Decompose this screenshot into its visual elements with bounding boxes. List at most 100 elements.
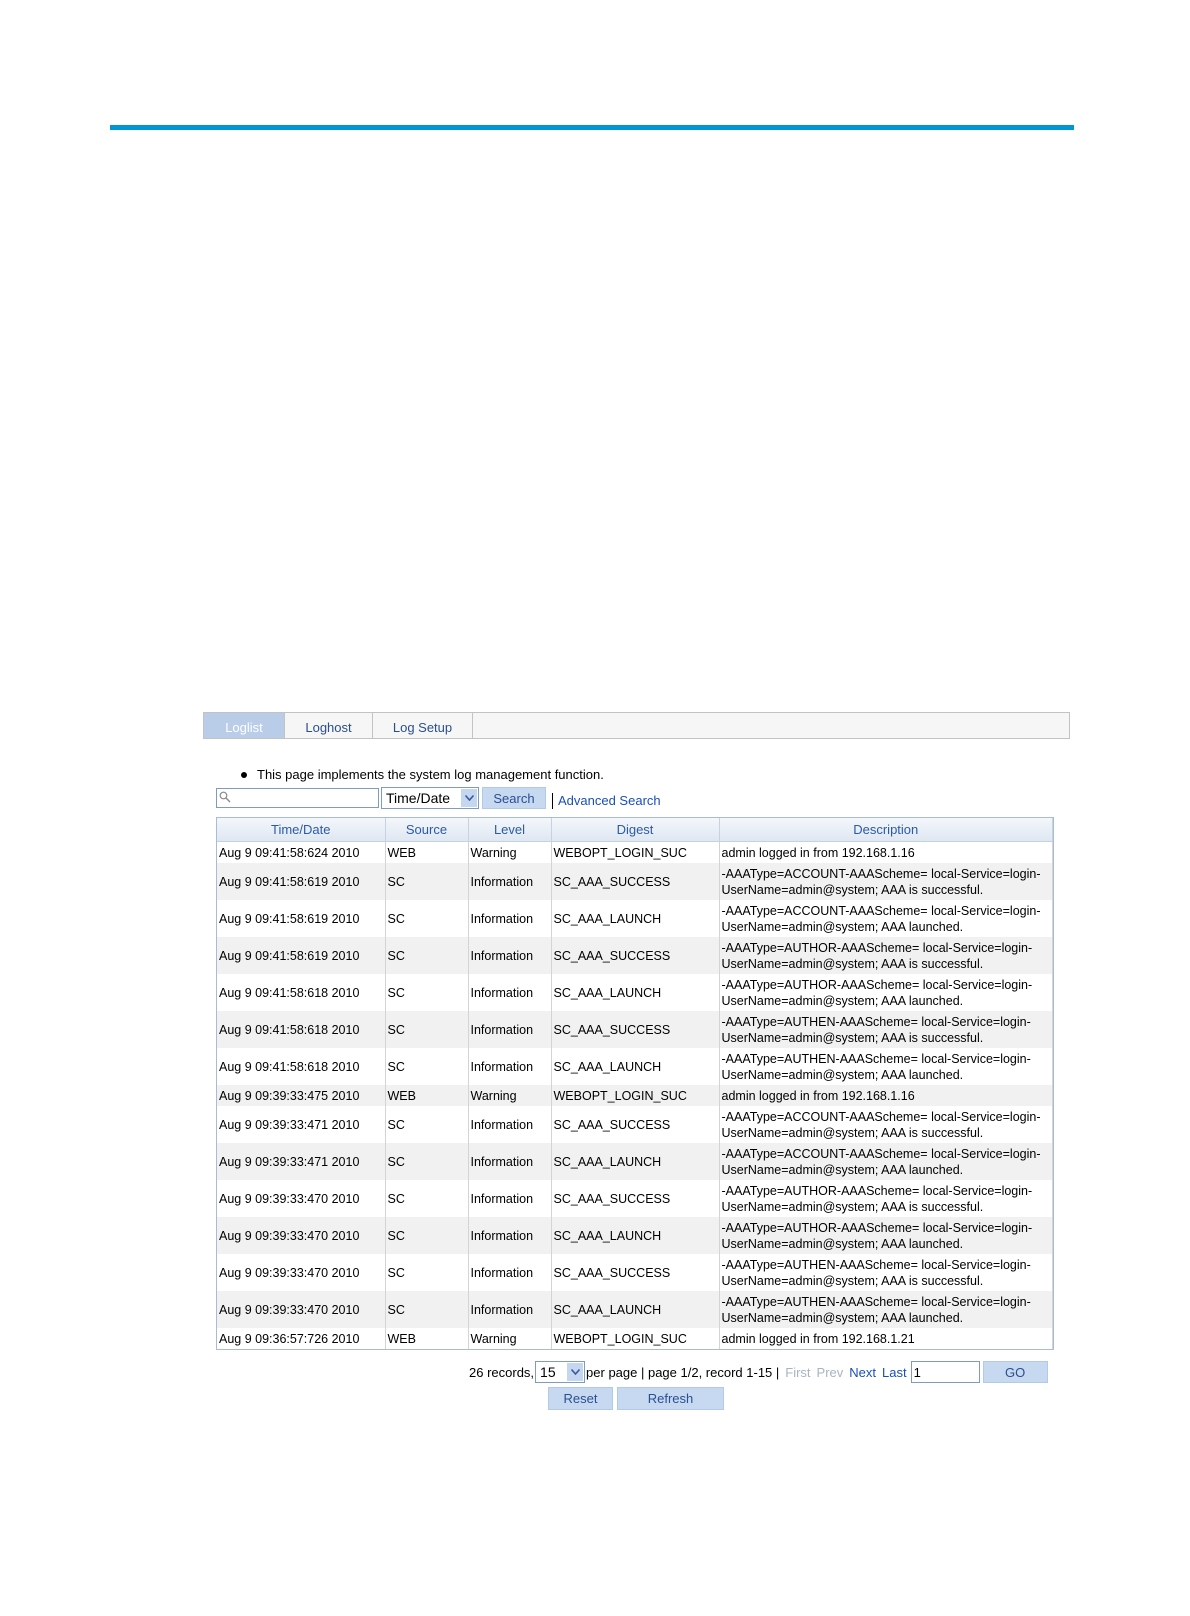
cell-description: -AAAType=ACCOUNT-AAAScheme= local-Servic… — [719, 1143, 1053, 1180]
cell-level: Information — [468, 937, 552, 974]
cell-time: Aug 9 09:41:58:618 2010 — [217, 974, 386, 1011]
pagination-bar: 26 records, 15 per page | page 1/2, reco… — [469, 1360, 1048, 1384]
cell-description: -AAAType=AUTHOR-AAAScheme= local-Service… — [719, 974, 1053, 1011]
cell-source: SC — [385, 1143, 469, 1180]
tab-loglist-label: Loglist — [225, 720, 263, 735]
table-row: Aug 9 09:41:58:619 2010 SC Information S… — [217, 900, 1053, 937]
cell-level: Information — [468, 1048, 552, 1085]
cell-source: SC — [385, 1291, 469, 1328]
cell-description: -AAAType=ACCOUNT-AAAScheme= local-Servic… — [719, 1106, 1053, 1143]
table-row: Aug 9 09:39:33:471 2010 SC Information S… — [217, 1106, 1053, 1143]
cell-level: Warning — [468, 1085, 552, 1106]
cell-level: Information — [468, 1217, 552, 1254]
tab-loglist[interactable]: Loglist — [204, 713, 285, 738]
cell-level: Information — [468, 974, 552, 1011]
cell-description: -AAAType=AUTHEN-AAAScheme= local-Service… — [719, 1291, 1053, 1328]
tab-log-setup-label: Log Setup — [392, 720, 453, 735]
bullet-icon — [241, 771, 247, 778]
cell-source: SC — [385, 937, 469, 974]
refresh-button[interactable]: Refresh — [617, 1387, 724, 1410]
cell-level: Information — [468, 1143, 552, 1180]
records-count: 26 records, — [469, 1364, 535, 1380]
prev-page-link[interactable]: Prev — [817, 1365, 844, 1380]
chevron-down-icon[interactable] — [567, 1363, 584, 1381]
search-bar: Time/Date Search Advanced Search — [216, 787, 661, 809]
cell-digest: WEBOPT_LOGIN_SUC — [551, 841, 720, 863]
tab-log-setup[interactable]: Log Setup — [373, 713, 473, 738]
column-header-description[interactable]: Description — [719, 818, 1053, 842]
tab-loghost[interactable]: Loghost — [285, 713, 373, 738]
cell-time: Aug 9 09:41:58:619 2010 — [217, 900, 386, 937]
column-header-digest[interactable]: Digest — [551, 818, 720, 842]
cell-source: SC — [385, 1011, 469, 1048]
log-management-panel: Loglist Loghost Log Setup This page impl… — [203, 712, 1070, 1410]
cell-description: -AAAType=AUTHOR-AAAScheme= local-Service… — [719, 937, 1053, 974]
intro-note: This page implements the system log mana… — [241, 767, 604, 782]
search-box[interactable] — [216, 788, 379, 808]
cell-source: SC — [385, 1180, 469, 1217]
cell-level: Information — [468, 900, 552, 937]
cell-digest: SC_AAA_SUCCESS — [551, 1011, 720, 1048]
table-row: Aug 9 09:39:33:470 2010 SC Information S… — [217, 1217, 1053, 1254]
search-button[interactable]: Search — [482, 787, 546, 809]
first-page-link[interactable]: First — [785, 1365, 810, 1380]
cell-time: Aug 9 09:39:33:470 2010 — [217, 1291, 386, 1328]
next-page-link[interactable]: Next — [849, 1365, 876, 1380]
cell-source: SC — [385, 1106, 469, 1143]
cell-digest: WEBOPT_LOGIN_SUC — [551, 1085, 720, 1106]
cell-source: SC — [385, 1254, 469, 1291]
cell-digest: SC_AAA_SUCCESS — [551, 863, 720, 900]
log-table: Time/Date Source Level Digest Descriptio… — [216, 817, 1054, 1350]
table-row: Aug 9 09:41:58:618 2010 SC Information S… — [217, 1048, 1053, 1085]
search-field-value: Time/Date — [386, 790, 451, 806]
cell-description: admin logged in from 192.168.1.16 — [719, 1085, 1053, 1106]
intro-text: This page implements the system log mana… — [257, 767, 604, 782]
cell-description: -AAAType=AUTHEN-AAAScheme= local-Service… — [719, 1048, 1053, 1085]
page-number-input[interactable] — [910, 1361, 980, 1383]
last-page-link[interactable]: Last — [882, 1365, 907, 1380]
column-header-source[interactable]: Source — [385, 818, 469, 842]
reset-button[interactable]: Reset — [548, 1387, 613, 1410]
cell-source: WEB — [385, 1328, 469, 1349]
cell-time: Aug 9 09:39:33:470 2010 — [217, 1254, 386, 1291]
cell-source: WEB — [385, 841, 469, 863]
cell-level: Information — [468, 1106, 552, 1143]
chevron-down-icon[interactable] — [461, 789, 477, 807]
cell-level: Information — [468, 1254, 552, 1291]
go-button[interactable]: GO — [982, 1361, 1048, 1383]
cell-level: Information — [468, 863, 552, 900]
cell-digest: SC_AAA_LAUNCH — [551, 1143, 720, 1180]
cell-description: -AAAType=ACCOUNT-AAAScheme= local-Servic… — [719, 900, 1053, 937]
per-page-select[interactable]: 15 — [535, 1361, 586, 1383]
table-row: Aug 9 09:41:58:618 2010 SC Information S… — [217, 1011, 1053, 1048]
cell-time: Aug 9 09:39:33:471 2010 — [217, 1106, 386, 1143]
cell-source: WEB — [385, 1085, 469, 1106]
cell-time: Aug 9 09:41:58:618 2010 — [217, 1011, 386, 1048]
table-row: Aug 9 09:36:57:726 2010 WEB Warning WEBO… — [217, 1328, 1053, 1349]
table-row: Aug 9 09:39:33:470 2010 SC Information S… — [217, 1291, 1053, 1328]
search-field-select[interactable]: Time/Date — [381, 787, 479, 809]
column-header-level[interactable]: Level — [468, 818, 552, 842]
cell-level: Information — [468, 1180, 552, 1217]
cell-level: Information — [468, 1291, 552, 1328]
cell-time: Aug 9 09:39:33:470 2010 — [217, 1217, 386, 1254]
search-icon — [219, 791, 231, 803]
column-header-time-date[interactable]: Time/Date — [217, 818, 386, 842]
page-top-rule — [110, 125, 1074, 130]
cell-description: -AAAType=AUTHEN-AAAScheme= local-Service… — [719, 1254, 1053, 1291]
cell-digest: SC_AAA_LAUNCH — [551, 1291, 720, 1328]
cell-time: Aug 9 09:39:33:471 2010 — [217, 1143, 386, 1180]
search-input[interactable] — [233, 790, 373, 806]
advanced-search-link[interactable]: Advanced Search — [558, 793, 661, 808]
cell-source: SC — [385, 863, 469, 900]
cell-digest: SC_AAA_LAUNCH — [551, 974, 720, 1011]
cell-digest: SC_AAA_SUCCESS — [551, 1254, 720, 1291]
tab-loghost-label: Loghost — [305, 720, 352, 735]
cell-source: SC — [385, 900, 469, 937]
separator — [552, 792, 553, 809]
cell-source: SC — [385, 974, 469, 1011]
cell-description: admin logged in from 192.168.1.16 — [719, 841, 1053, 863]
cell-time: Aug 9 09:41:58:618 2010 — [217, 1048, 386, 1085]
cell-description: -AAAType=ACCOUNT-AAAScheme= local-Servic… — [719, 863, 1053, 900]
action-buttons: Reset Refresh — [548, 1387, 724, 1410]
